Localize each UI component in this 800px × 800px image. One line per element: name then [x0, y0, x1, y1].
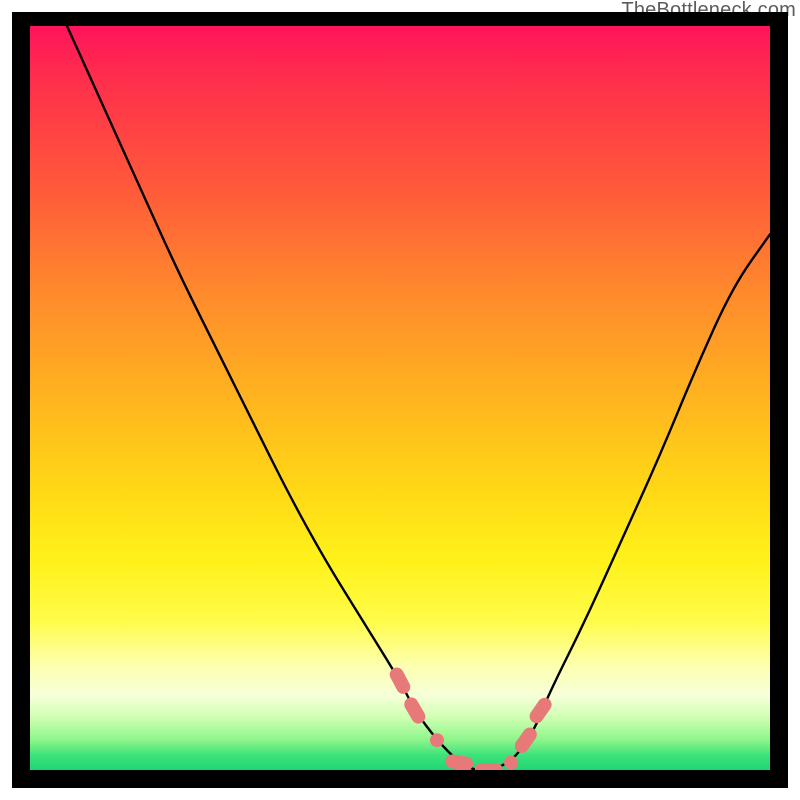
curve-marker — [512, 725, 540, 756]
curve-marker — [504, 756, 518, 770]
curve-svg — [30, 26, 770, 770]
curve-marker — [430, 733, 444, 747]
chart-frame: TheBottleneck.com — [0, 0, 800, 800]
curve-layer — [67, 26, 770, 770]
curve-marker — [527, 695, 555, 726]
marker-layer — [387, 665, 554, 770]
plot-border — [12, 12, 788, 788]
curve-marker — [444, 753, 474, 770]
curve-marker — [475, 763, 503, 770]
bottleneck-curve — [67, 26, 770, 770]
plot-area — [30, 26, 770, 770]
curve-marker — [387, 665, 413, 696]
